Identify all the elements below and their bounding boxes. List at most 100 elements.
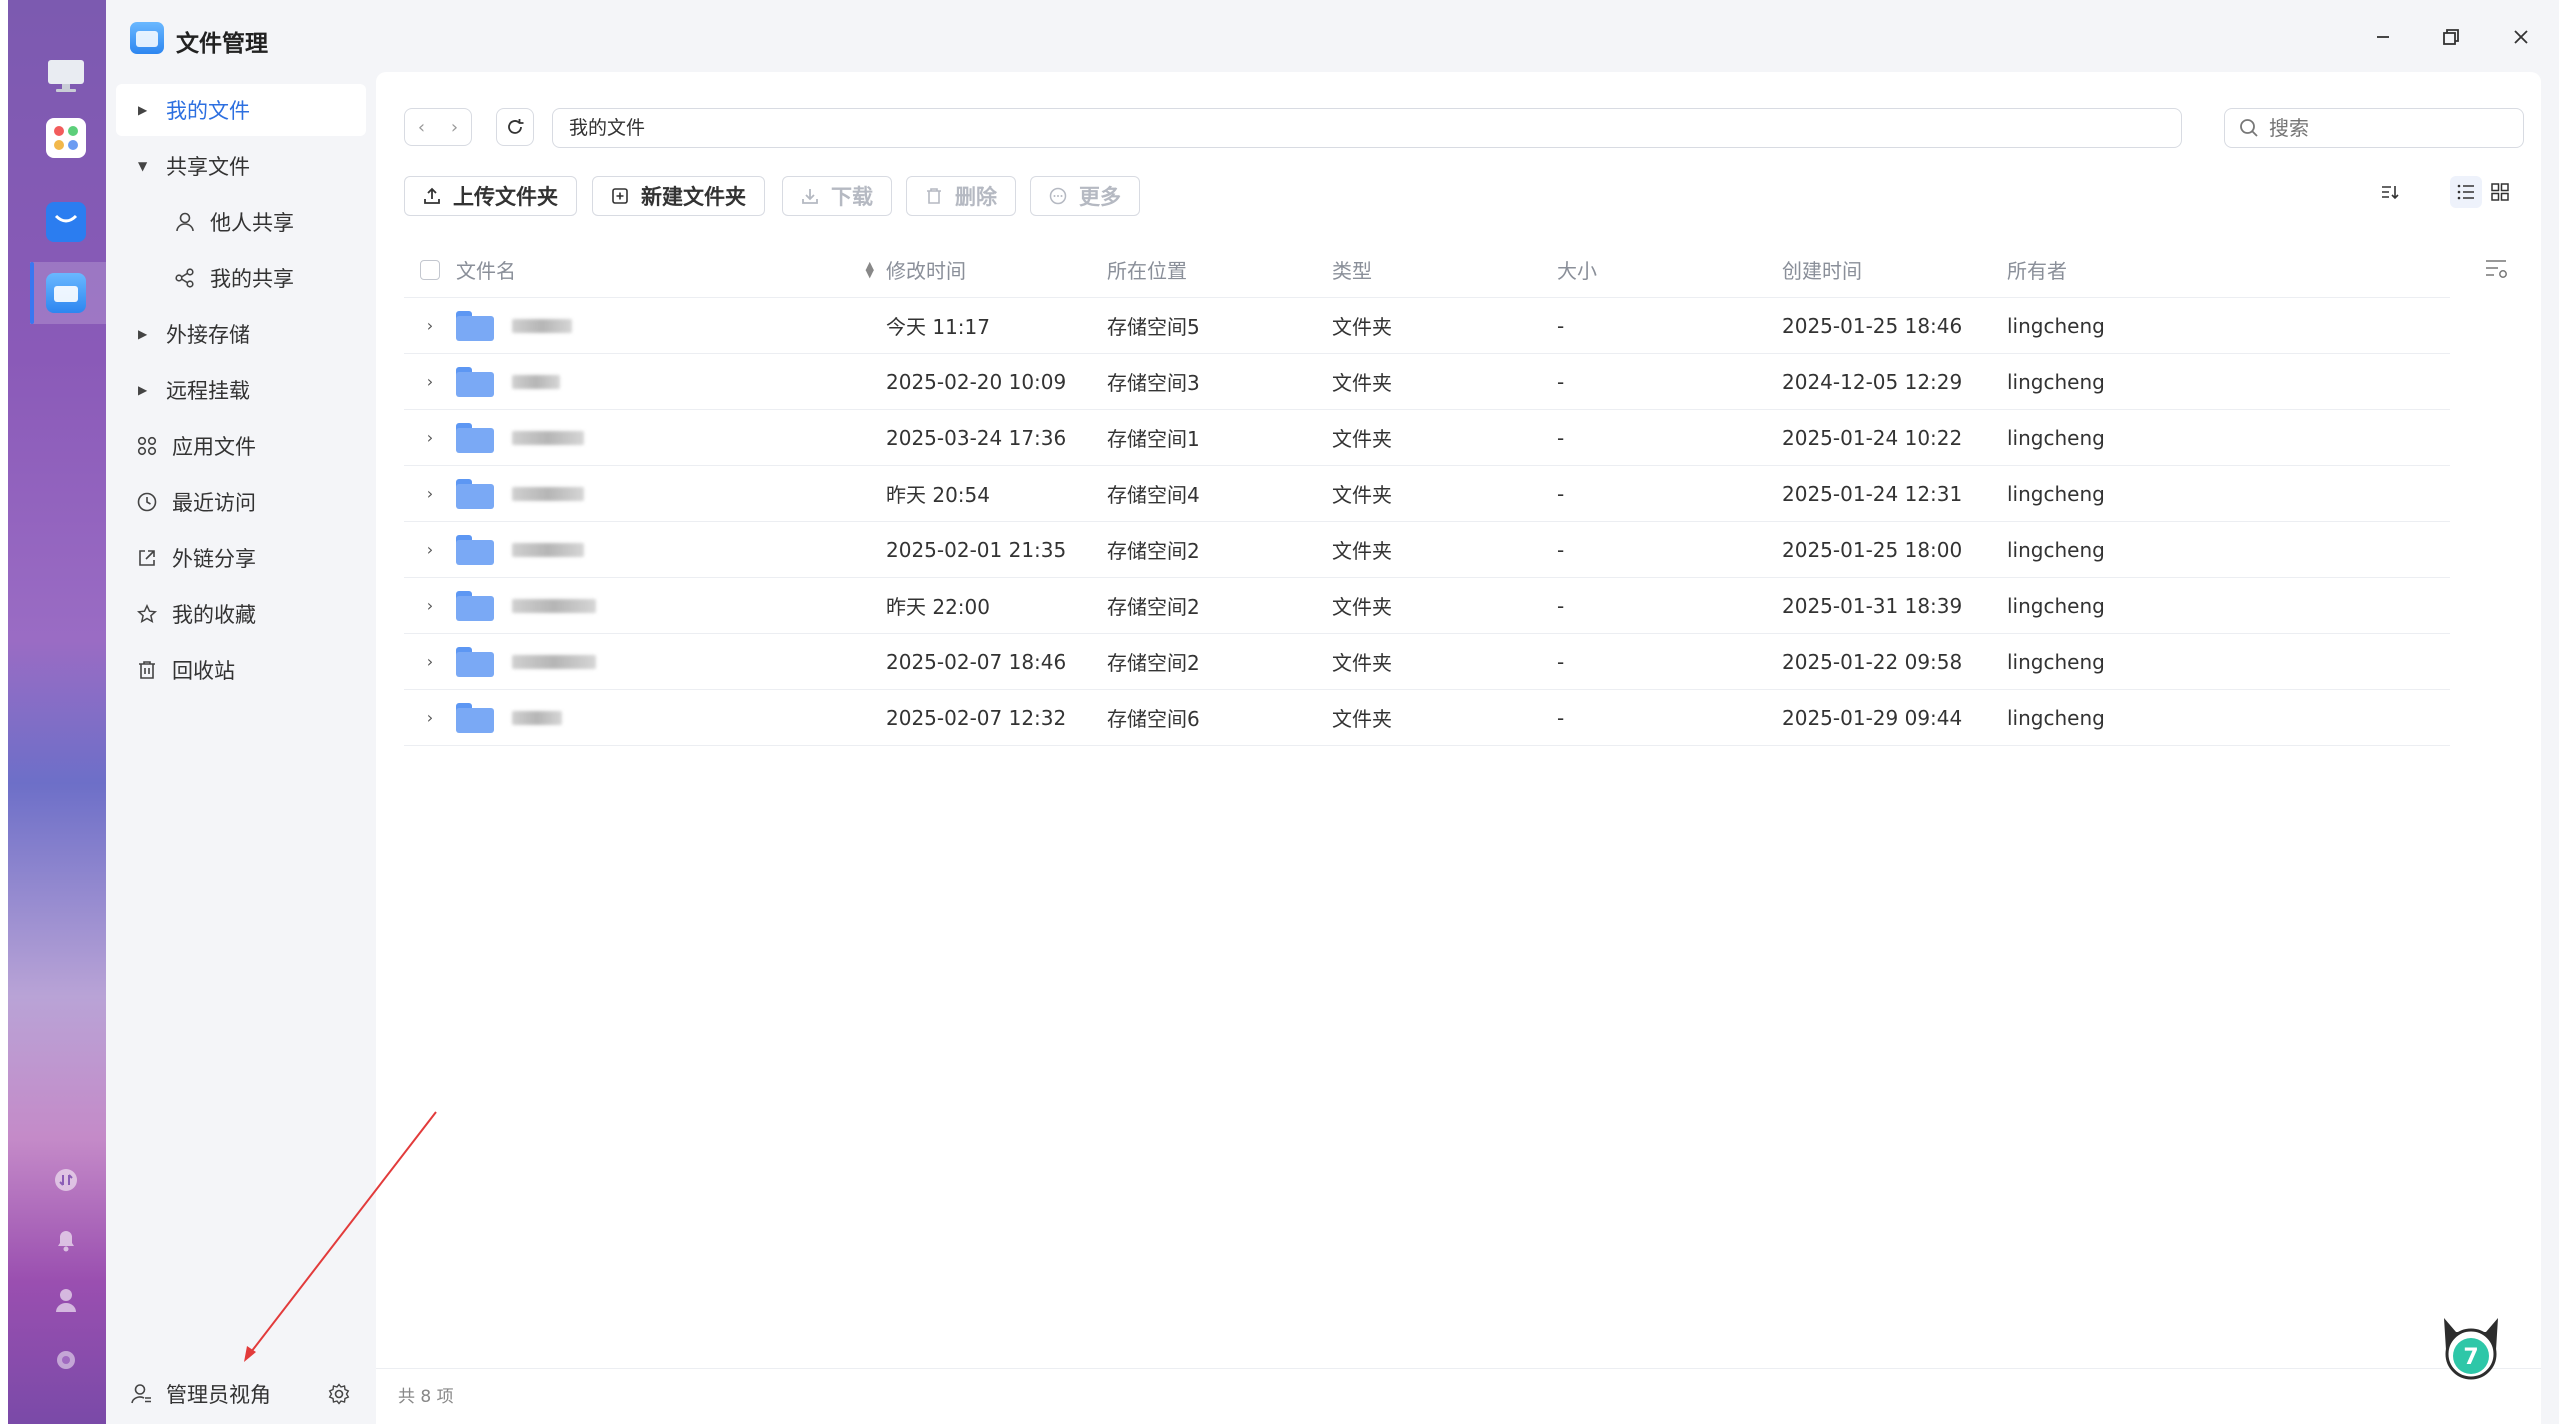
sidebar-item-label: 他人共享 xyxy=(210,207,294,237)
sidebar-item-label: 共享文件 xyxy=(166,151,250,181)
cell-mtime: 昨天 22:00 xyxy=(882,591,1107,620)
maximize-button[interactable] xyxy=(2436,22,2466,52)
cell-mtime: 2025-02-20 10:09 xyxy=(882,370,1107,394)
sidebar-item-app-files[interactable]: 应用文件 xyxy=(116,420,366,472)
back-button[interactable]: ‹ xyxy=(405,109,438,145)
app-center-icon[interactable] xyxy=(46,118,86,158)
delete-label: 删除 xyxy=(955,181,997,211)
history-nav: ‹ › xyxy=(404,108,472,146)
upload-folder-button[interactable]: 上传文件夹 xyxy=(404,176,577,216)
settings-icon[interactable] xyxy=(54,1348,78,1372)
folder-icon xyxy=(456,423,494,453)
file-name-cell[interactable] xyxy=(456,367,882,397)
search-input[interactable] xyxy=(2269,116,2509,140)
sidebar-item-favorites[interactable]: 我的收藏 xyxy=(116,588,366,640)
table-row[interactable]: › 2025-02-07 18:46 存储空间2 文件夹 - 2025-01-2… xyxy=(404,634,2450,690)
desktop-icon[interactable] xyxy=(46,56,86,96)
column-settings-button[interactable] xyxy=(2484,258,2510,284)
cell-ctime: 2024-12-05 12:29 xyxy=(1782,370,2007,394)
desktop-dock xyxy=(0,0,106,1424)
cell-size: - xyxy=(1557,426,1782,450)
sidebar-item-remote-mount[interactable]: ▶ 远程挂载 xyxy=(116,364,366,416)
sidebar-item-shared-by-others[interactable]: 他人共享 xyxy=(116,196,366,248)
admin-view-label[interactable]: 管理员视角 xyxy=(166,1379,271,1409)
sort-button[interactable] xyxy=(2374,176,2406,208)
file-name-cell[interactable] xyxy=(456,479,882,509)
redacted-file-name xyxy=(512,487,584,501)
file-name-cell[interactable] xyxy=(456,311,882,341)
expand-icon[interactable]: › xyxy=(404,708,456,727)
file-name-cell[interactable] xyxy=(456,647,882,677)
transfer-icon[interactable] xyxy=(54,1168,78,1192)
file-name-cell[interactable] xyxy=(456,703,882,733)
sidebar-item-my-files[interactable]: ▶ 我的文件 xyxy=(116,84,366,136)
bell-icon[interactable] xyxy=(54,1228,78,1252)
cell-owner: lingcheng xyxy=(2007,370,2232,394)
sort-icon xyxy=(2380,182,2400,202)
table-row[interactable]: › 昨天 22:00 存储空间2 文件夹 - 2025-01-31 18:39 … xyxy=(404,578,2450,634)
header-size[interactable]: 大小 xyxy=(1557,255,1782,284)
grid-view-button[interactable] xyxy=(2484,176,2516,208)
header-name[interactable]: 文件名 ▲▼ xyxy=(456,255,882,284)
file-name-cell[interactable] xyxy=(456,423,882,453)
settings-gear-icon[interactable] xyxy=(328,1383,350,1409)
expand-icon[interactable]: › xyxy=(404,596,456,615)
sidebar-item-recent[interactable]: 最近访问 xyxy=(116,476,366,528)
header-type[interactable]: 类型 xyxy=(1332,255,1557,284)
assistant-mascot-icon[interactable]: 7 xyxy=(2436,1310,2506,1382)
delete-button[interactable]: 删除 xyxy=(906,176,1016,216)
store-icon[interactable] xyxy=(46,202,86,242)
header-ctime[interactable]: 创建时间 xyxy=(1782,255,2007,284)
redacted-file-name xyxy=(512,319,572,333)
cell-type: 文件夹 xyxy=(1332,647,1557,676)
cell-size: - xyxy=(1557,482,1782,506)
refresh-button[interactable] xyxy=(496,108,534,146)
sidebar-item-shared-files[interactable]: ▼ 共享文件 xyxy=(116,140,366,192)
header-owner[interactable]: 所有者 xyxy=(2007,255,2232,284)
header-mtime[interactable]: 修改时间 xyxy=(882,255,1107,284)
select-all-checkbox[interactable] xyxy=(420,260,440,280)
expand-icon[interactable]: › xyxy=(404,652,456,671)
new-folder-button[interactable]: 新建文件夹 xyxy=(592,176,765,216)
admin-user-icon xyxy=(130,1383,152,1405)
table-row[interactable]: › 2025-03-24 17:36 存储空间1 文件夹 - 2025-01-2… xyxy=(404,410,2450,466)
cell-mtime: 2025-03-24 17:36 xyxy=(882,426,1107,450)
expand-icon[interactable]: › xyxy=(404,540,456,559)
table-row[interactable]: › 今天 11:17 存储空间5 文件夹 - 2025-01-25 18:46 … xyxy=(404,298,2450,354)
sidebar-item-link-share[interactable]: 外链分享 xyxy=(116,532,366,584)
sidebar-item-external-storage[interactable]: ▶ 外接存储 xyxy=(116,308,366,360)
header-location[interactable]: 所在位置 xyxy=(1107,255,1332,284)
folder-icon xyxy=(456,535,494,565)
table-row[interactable]: › 昨天 20:54 存储空间4 文件夹 - 2025-01-24 12:31 … xyxy=(404,466,2450,522)
folder-icon xyxy=(456,647,494,677)
expand-icon[interactable]: › xyxy=(404,428,456,447)
window-titlebar xyxy=(106,0,2559,72)
share-icon xyxy=(174,267,196,289)
file-name-cell[interactable] xyxy=(456,591,882,621)
file-manager-dock-icon[interactable] xyxy=(46,273,86,313)
user-icon[interactable] xyxy=(54,1288,78,1312)
table-header: 文件名 ▲▼ 修改时间 所在位置 类型 大小 创建时间 所有者 xyxy=(404,242,2450,298)
minimize-button[interactable] xyxy=(2368,22,2398,52)
expand-icon[interactable]: › xyxy=(404,372,456,391)
list-view-button[interactable] xyxy=(2450,176,2482,208)
forward-button[interactable]: › xyxy=(438,109,471,145)
expand-icon[interactable]: › xyxy=(404,484,456,503)
file-name-cell[interactable] xyxy=(456,535,882,565)
folder-icon xyxy=(456,591,494,621)
trash-icon xyxy=(925,187,943,205)
cell-owner: lingcheng xyxy=(2007,650,2232,674)
search-box[interactable] xyxy=(2224,108,2524,148)
table-row[interactable]: › 2025-02-07 12:32 存储空间6 文件夹 - 2025-01-2… xyxy=(404,690,2450,746)
download-button[interactable]: 下载 xyxy=(782,176,892,216)
table-row[interactable]: › 2025-02-01 21:35 存储空间2 文件夹 - 2025-01-2… xyxy=(404,522,2450,578)
table-row[interactable]: › 2025-02-20 10:09 存储空间3 文件夹 - 2024-12-0… xyxy=(404,354,2450,410)
sidebar-item-recycle-bin[interactable]: 回收站 xyxy=(116,644,366,696)
path-bar[interactable]: 我的文件 xyxy=(552,108,2182,148)
expand-icon[interactable]: › xyxy=(404,316,456,335)
cell-owner: lingcheng xyxy=(2007,314,2232,338)
cell-mtime: 2025-02-07 18:46 xyxy=(882,650,1107,674)
close-button[interactable] xyxy=(2506,22,2536,52)
more-button[interactable]: 更多 xyxy=(1030,176,1140,216)
sidebar-item-my-shares[interactable]: 我的共享 xyxy=(116,252,366,304)
